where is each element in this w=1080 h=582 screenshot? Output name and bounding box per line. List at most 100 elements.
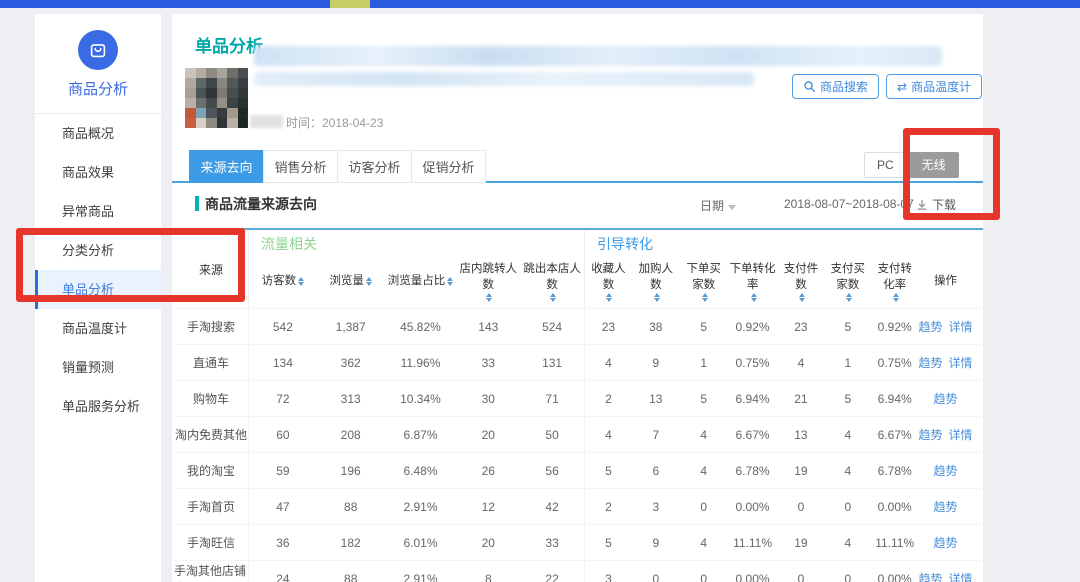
- tab-2[interactable]: 访客分析: [337, 150, 412, 183]
- product-bag-icon: [78, 30, 118, 70]
- mosaic-pixel: [185, 78, 196, 88]
- mosaic-pixel: [238, 108, 249, 118]
- trend-link[interactable]: 趋势: [919, 570, 943, 582]
- cell-value: 6.78%: [728, 464, 778, 478]
- column-header-traffic-1[interactable]: 浏览量: [317, 256, 385, 308]
- row-actions: 趋势: [918, 498, 973, 515]
- column-header-traffic-4[interactable]: 跳出本店人数: [520, 256, 584, 308]
- cell-value: 4: [824, 464, 871, 478]
- download-button[interactable]: 下载: [916, 196, 956, 213]
- conversion-group: 引导转化 收藏人数加购人数下单买家数下单转化率支付件数支付买家数支付转化率操作: [584, 230, 973, 308]
- cell-value: 1,387: [317, 320, 385, 334]
- sidebar-item-2[interactable]: 异常商品: [35, 192, 161, 231]
- sidebar-item-5[interactable]: 商品温度计: [35, 309, 161, 348]
- trend-link[interactable]: 趋势: [934, 462, 958, 479]
- trend-link[interactable]: 趋势: [934, 534, 958, 551]
- cell-value: 0: [632, 572, 680, 582]
- cell-value: 13: [778, 428, 825, 442]
- tab-0[interactable]: 来源去向: [189, 150, 264, 183]
- sidebar-title: 商品分析: [35, 78, 161, 99]
- cell-value: 1: [824, 356, 871, 370]
- trend-link[interactable]: 趋势: [919, 426, 943, 443]
- cell-value: 23: [585, 320, 632, 334]
- traffic-group-label: 流量相关: [249, 230, 584, 256]
- trend-link[interactable]: 趋势: [934, 390, 958, 407]
- trend-link[interactable]: 趋势: [919, 318, 943, 335]
- cell-value: 542: [249, 320, 317, 334]
- cell-value: 4: [824, 536, 871, 550]
- sidebar-item-0[interactable]: 商品概况: [35, 114, 161, 153]
- column-header-traffic-0[interactable]: 访客数: [249, 256, 317, 308]
- cell-value: 6.87%: [385, 428, 457, 442]
- column-header-conversion-1[interactable]: 加购人数: [632, 256, 680, 308]
- cell-value: 0.75%: [728, 356, 778, 370]
- cell-value: 59: [249, 464, 317, 478]
- detail-link[interactable]: 详情: [949, 318, 973, 335]
- column-header-traffic-2[interactable]: 浏览量占比: [385, 256, 457, 308]
- row-source-label: 手淘其他店铺商品: [174, 561, 248, 582]
- row-source-label: 我的淘宝: [174, 453, 248, 488]
- cell-value: 38: [632, 320, 680, 334]
- main-panel: 单品分析 时间：2018-04-23 商品搜索 ⇄ 商品温度计 来源去向销售分析…: [172, 14, 983, 582]
- column-header-label: 支付件数: [779, 262, 824, 293]
- trend-link[interactable]: 趋势: [934, 498, 958, 515]
- cell-value: 20: [456, 428, 520, 442]
- tab-3[interactable]: 促销分析: [411, 150, 486, 183]
- date-filter-dropdown[interactable]: 日期: [700, 197, 736, 214]
- cell-value: 30: [456, 392, 520, 406]
- mosaic-pixel: [238, 68, 249, 78]
- sidebar-item-3[interactable]: 分类分析: [35, 231, 161, 270]
- device-toggle-pc[interactable]: PC: [864, 152, 907, 178]
- cell-value: 36: [249, 536, 317, 550]
- detail-link[interactable]: 详情: [949, 570, 973, 582]
- mosaic-pixel: [185, 68, 196, 78]
- cell-value: 88: [317, 500, 385, 514]
- mosaic-pixel: [196, 118, 207, 128]
- cell-value: 6.78%: [871, 464, 918, 478]
- product-thermometer-button[interactable]: ⇄ 商品温度计: [886, 74, 982, 99]
- search-icon: [803, 80, 816, 93]
- detail-link[interactable]: 详情: [949, 354, 973, 371]
- cell-value: 0: [824, 572, 871, 582]
- cell-value: 5: [680, 320, 728, 334]
- column-header-conversion-4[interactable]: 支付件数: [778, 256, 825, 308]
- cell-value: 6: [632, 464, 680, 478]
- sidebar-item-4[interactable]: 单品分析: [35, 270, 161, 309]
- device-toggle-wireless[interactable]: 无线: [909, 152, 959, 178]
- mosaic-pixel: [217, 88, 228, 98]
- sidebar-item-7[interactable]: 单品服务分析: [35, 387, 161, 426]
- trend-link[interactable]: 趋势: [919, 354, 943, 371]
- sidebar-item-1[interactable]: 商品效果: [35, 153, 161, 192]
- column-header-conversion-6[interactable]: 支付转化率: [871, 256, 918, 308]
- cell-value: 182: [317, 536, 385, 550]
- product-search-button[interactable]: 商品搜索: [792, 74, 879, 99]
- row-actions: 趋势详情: [918, 570, 973, 582]
- device-toggle: PC无线: [862, 152, 959, 178]
- column-header-traffic-3[interactable]: 店内跳转人数: [456, 256, 520, 308]
- cell-value: 4: [680, 536, 728, 550]
- sidebar-item-6[interactable]: 销量预测: [35, 348, 161, 387]
- column-header-actions: 操作: [918, 256, 973, 308]
- cell-value: 4: [585, 428, 632, 442]
- mosaic-pixel: [238, 98, 249, 108]
- sort-arrows-icon: [366, 277, 372, 286]
- cell-value: 0: [680, 572, 728, 582]
- cell-value: 11.96%: [385, 356, 457, 370]
- sort-arrows-icon: [893, 293, 899, 302]
- cell-value: 20: [456, 536, 520, 550]
- column-header-conversion-0[interactable]: 收藏人数: [585, 256, 632, 308]
- cell-value: 313: [317, 392, 385, 406]
- column-header-conversion-5[interactable]: 支付买家数: [824, 256, 871, 308]
- mosaic-pixel: [238, 118, 249, 128]
- tab-1[interactable]: 销售分析: [263, 150, 338, 183]
- column-header-conversion-2[interactable]: 下单买家数: [680, 256, 728, 308]
- detail-link[interactable]: 详情: [949, 426, 973, 443]
- cell-value: 71: [520, 392, 584, 406]
- cell-value: 19: [778, 536, 825, 550]
- cell-value: 5: [585, 536, 632, 550]
- cell-value: 22: [520, 572, 584, 582]
- mosaic-pixel: [196, 98, 207, 108]
- mosaic-pixel: [196, 108, 207, 118]
- product-time-label-blurred: [250, 115, 283, 128]
- column-header-conversion-3[interactable]: 下单转化率: [728, 256, 778, 308]
